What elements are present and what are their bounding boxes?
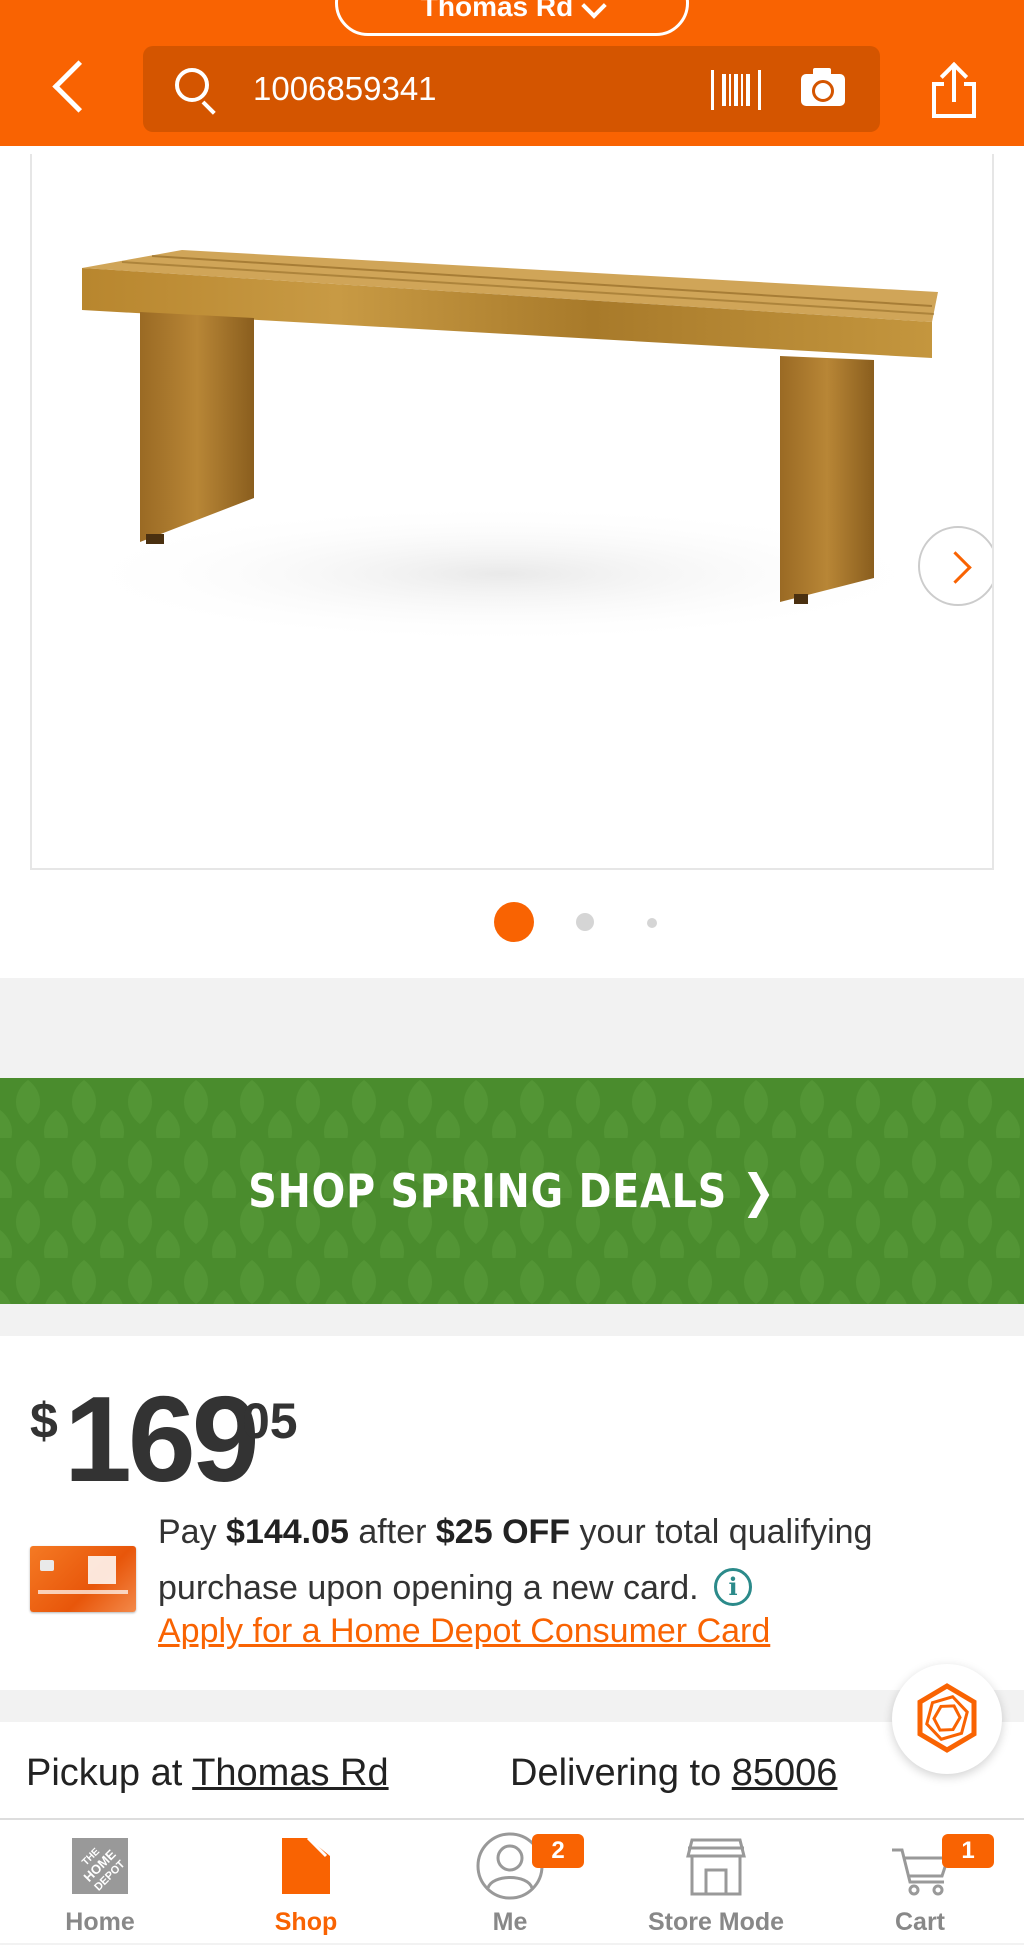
nav-shop-label: Shop	[274, 1908, 338, 1936]
store-selector[interactable]: Thomas Rd	[335, 0, 689, 36]
pickup-label: Pickup at	[26, 1752, 193, 1794]
bench-image	[62, 250, 942, 644]
shop-icon	[282, 1836, 330, 1894]
next-image-button[interactable]	[918, 526, 992, 606]
store-name: Thomas Rd	[420, 0, 574, 22]
offer-text-line1: your total qualifying	[570, 1513, 873, 1551]
search-input[interactable]: 1006859341	[253, 70, 437, 108]
apply-card-link[interactable]: Apply for a Home Depot Consumer Card	[158, 1612, 770, 1651]
product-gallery	[0, 146, 1024, 978]
offer-discount: $25 OFF	[435, 1513, 571, 1551]
chat-assistant-button[interactable]	[892, 1664, 1002, 1774]
bottom-nav: THE HOME DEPOT Home Shop 2 Me Store Mode…	[0, 1818, 1024, 1943]
credit-card-icon	[30, 1546, 136, 1612]
share-icon[interactable]	[930, 61, 978, 118]
delivery-label: Delivering to	[510, 1752, 732, 1794]
price-dollars: 169	[64, 1371, 260, 1507]
price-currency: $	[30, 1393, 58, 1449]
card-offer-text: Pay $144.05 after $25 OFF your total qua…	[158, 1504, 958, 1616]
me-badge: 2	[532, 1834, 584, 1868]
price-cents: 05	[242, 1393, 298, 1449]
spring-deals-banner[interactable]: SHOP SPRING DEALS ❯	[0, 1078, 1024, 1304]
nav-home[interactable]: THE HOME DEPOT Home	[20, 1820, 180, 1945]
offer-pay-label: Pay	[158, 1513, 227, 1551]
barcode-scan-icon[interactable]	[711, 70, 761, 110]
camera-icon[interactable]	[801, 68, 845, 106]
delivery-zip-link[interactable]: 85006	[732, 1752, 838, 1794]
search-bar[interactable]: 1006859341	[143, 46, 880, 132]
nav-store-mode[interactable]: Store Mode	[636, 1820, 796, 1945]
product-image[interactable]	[30, 154, 994, 870]
offer-text-line2: purchase upon opening a new card.	[158, 1569, 699, 1607]
nav-cart-label: Cart	[894, 1908, 945, 1936]
top-header: Thomas Rd 1006859341	[0, 0, 1024, 146]
promo-label: SHOP SPRING DEALS ❯	[248, 1164, 776, 1218]
carousel-dot-3[interactable]	[647, 918, 657, 928]
nav-me-label: Me	[492, 1908, 528, 1936]
store-icon	[686, 1838, 746, 1896]
carousel-dots	[0, 902, 1024, 942]
pickup-store-link[interactable]: Thomas Rd	[192, 1752, 388, 1794]
carousel-dot-1[interactable]	[494, 902, 534, 942]
delivery-info: Delivering to 85006	[510, 1752, 837, 1795]
carousel-dot-2[interactable]	[576, 913, 594, 931]
nav-me[interactable]: 2 Me	[430, 1820, 590, 1945]
cart-badge: 1	[942, 1834, 994, 1868]
nav-shop[interactable]: Shop	[226, 1820, 386, 1945]
fulfillment-row: Pickup at Thomas Rd Delivering to 85006	[0, 1722, 1024, 1818]
search-icon	[175, 68, 219, 115]
info-icon[interactable]: i	[714, 1568, 753, 1606]
offer-pay-amount: $144.05	[226, 1513, 349, 1551]
pickup-info: Pickup at Thomas Rd	[26, 1752, 389, 1795]
chevron-down-icon	[581, 0, 607, 19]
nav-home-label: Home	[65, 1908, 135, 1936]
nav-store-mode-label: Store Mode	[647, 1908, 785, 1936]
offer-after-label: after	[348, 1513, 436, 1551]
home-depot-logo-icon: THE HOME DEPOT	[72, 1838, 128, 1894]
back-button[interactable]	[46, 58, 94, 118]
price-section: $ 169 05 Pay $144.05 after $25 OFF your …	[0, 1336, 1024, 1690]
nav-cart[interactable]: 1 Cart	[840, 1820, 1000, 1945]
hexagon-chat-icon	[917, 1683, 977, 1753]
